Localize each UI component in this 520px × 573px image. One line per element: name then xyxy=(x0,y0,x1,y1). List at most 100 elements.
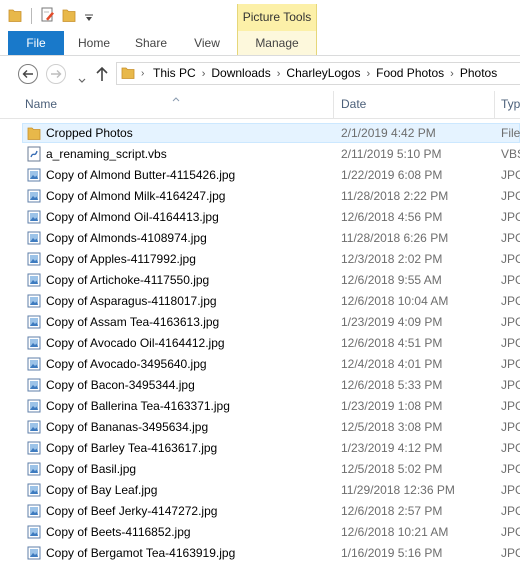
file-row[interactable]: Copy of Assam Tea-4163613.jpg 1/23/2019 4… xyxy=(0,312,520,333)
file-list: Cropped Photos 2/1/2019 4:42 PM File a_rena… xyxy=(0,123,520,573)
file-type: JPG xyxy=(501,168,520,182)
file-name: Copy of Ballerina Tea-4163371.jpg xyxy=(46,399,230,413)
file-type: JPG xyxy=(501,525,520,539)
image-icon xyxy=(27,482,41,498)
file-date: 12/6/2018 4:56 PM xyxy=(341,210,443,224)
file-row[interactable]: Copy of Bay Leaf.jpg 11/29/2018 12:36 PM J… xyxy=(0,480,520,501)
file-name: Copy of Almond Milk-4164247.jpg xyxy=(46,189,226,203)
file-name: Copy of Bergamot Tea-4163919.jpg xyxy=(46,546,236,560)
customize-dropdown-icon[interactable] xyxy=(84,11,94,25)
file-date: 12/6/2018 4:51 PM xyxy=(341,336,443,350)
file-name: Copy of Avocado Oil-4164412.jpg xyxy=(46,336,225,350)
column-divider[interactable] xyxy=(333,91,334,118)
file-row[interactable]: Copy of Almond Oil-4164413.jpg 12/6/2018 … xyxy=(0,207,520,228)
file-row[interactable]: Cropped Photos 2/1/2019 4:42 PM File xyxy=(0,123,520,144)
new-folder-icon[interactable] xyxy=(62,7,76,26)
file-type: JPG xyxy=(501,294,520,308)
file-type: JPG xyxy=(501,189,520,203)
file-name: Copy of Almond Butter-4115426.jpg xyxy=(46,168,236,182)
image-icon xyxy=(27,377,41,393)
file-row[interactable]: Copy of Apples-4117992.jpg 12/3/2018 2:02… xyxy=(0,249,520,270)
breadcrumb-item[interactable]: This PC xyxy=(153,66,196,80)
file-date: 1/22/2019 6:08 PM xyxy=(341,168,443,182)
tab-share[interactable]: Share xyxy=(128,31,174,55)
breadcrumb-item[interactable]: Photos xyxy=(460,66,497,80)
arrow-right-icon xyxy=(51,70,62,78)
image-icon xyxy=(27,398,41,414)
back-button[interactable] xyxy=(18,64,38,84)
file-name: Cropped Photos xyxy=(46,126,133,140)
column-name[interactable]: Name xyxy=(25,97,57,111)
image-icon xyxy=(27,503,41,519)
file-row[interactable]: Copy of Bananas-3495634.jpg 12/5/2018 3:0… xyxy=(0,417,520,438)
tab-manage[interactable]: Manage xyxy=(237,31,317,55)
file-row[interactable]: Copy of Almonds-4108974.jpg 11/28/2018 6:… xyxy=(0,228,520,249)
image-icon xyxy=(27,356,41,372)
file-row[interactable]: Copy of Beets-4116852.jpg 12/6/2018 10:21… xyxy=(0,522,520,543)
file-date: 12/4/2018 4:01 PM xyxy=(341,357,443,371)
image-icon xyxy=(27,545,41,561)
chevron-right-icon: › xyxy=(141,68,145,79)
address-bar[interactable]: › This PC › Downloads › CharleyLogos › Food Ph… xyxy=(116,62,520,85)
file-row[interactable]: a_renaming_script.vbs 2/11/2019 5:10 PM VB… xyxy=(0,144,520,165)
file-name: Copy of Bananas-3495634.jpg xyxy=(46,420,209,434)
file-type: JPG xyxy=(501,210,520,224)
file-date: 12/5/2018 5:02 PM xyxy=(341,462,443,476)
file-date: 11/28/2018 2:22 PM xyxy=(341,189,449,203)
tab-home[interactable]: Home xyxy=(72,31,116,55)
file-row[interactable]: Copy of Almond Butter-4115426.jpg 1/22/20… xyxy=(0,165,520,186)
file-date: 12/6/2018 9:55 AM xyxy=(341,273,442,287)
breadcrumb-item[interactable]: CharleyLogos xyxy=(286,66,360,80)
image-icon xyxy=(27,524,41,540)
column-type[interactable]: Typ xyxy=(501,97,520,111)
image-icon xyxy=(27,209,41,225)
column-divider[interactable] xyxy=(494,91,495,118)
file-date: 2/11/2019 5:10 PM xyxy=(341,147,442,161)
file-row[interactable]: Copy of Bergamot Tea-4163919.jpg 1/16/201… xyxy=(0,543,520,564)
breadcrumb-item[interactable]: Food Photos xyxy=(376,66,444,80)
file-type: JPG xyxy=(501,357,520,371)
breadcrumb-item[interactable]: Downloads xyxy=(211,66,270,80)
file-row[interactable]: Copy of Avocado-3495640.jpg 12/4/2018 4:0… xyxy=(0,354,520,375)
title-bar: Picture Tools xyxy=(0,0,520,31)
file-name: Copy of Barley Tea-4163617.jpg xyxy=(46,441,218,455)
file-row[interactable]: Copy of Barley Tea-4163617.jpg 1/23/2019 … xyxy=(0,438,520,459)
file-type: JPG xyxy=(501,336,520,350)
column-date[interactable]: Date xyxy=(341,97,366,111)
tab-file[interactable]: File xyxy=(8,31,64,55)
file-date: 1/23/2019 1:08 PM xyxy=(341,399,443,413)
chevron-right-icon: › xyxy=(276,68,281,80)
column-header: Name Date Typ xyxy=(0,91,520,119)
file-type: JPG xyxy=(501,420,520,434)
properties-icon[interactable] xyxy=(40,7,56,26)
image-icon xyxy=(27,293,41,309)
file-name: Copy of Bacon-3495344.jpg xyxy=(46,378,195,392)
file-name: Copy of Asparagus-4118017.jpg xyxy=(46,294,217,308)
file-row[interactable]: Copy of Ballerina Tea-4163371.jpg 1/23/20… xyxy=(0,396,520,417)
file-name: Copy of Beef Jerky-4147272.jpg xyxy=(46,504,218,518)
image-icon xyxy=(27,272,41,288)
file-row[interactable]: Copy of Basil.jpg 12/5/2018 5:02 PM JPG xyxy=(0,459,520,480)
file-name: Copy of Almonds-4108974.jpg xyxy=(46,231,207,245)
file-date: 12/3/2018 2:02 PM xyxy=(341,252,443,266)
chevron-right-icon: › xyxy=(201,68,206,80)
forward-button[interactable] xyxy=(46,64,66,84)
recent-locations-dropdown[interactable] xyxy=(78,72,86,86)
file-row[interactable]: Copy of Avocado Oil-4164412.jpg 12/6/2018… xyxy=(0,333,520,354)
file-row[interactable]: Copy of Almond Milk-4164247.jpg 11/28/201… xyxy=(0,186,520,207)
file-date: 12/6/2018 2:57 PM xyxy=(341,504,443,518)
folder-icon[interactable] xyxy=(8,7,22,26)
file-row[interactable]: Copy of Beef Jerky-4147272.jpg 12/6/2018 … xyxy=(0,501,520,522)
file-type: JPG xyxy=(501,231,520,245)
file-date: 1/16/2019 5:16 PM xyxy=(341,546,443,560)
file-type: JPG xyxy=(501,378,520,392)
up-button[interactable] xyxy=(95,66,109,82)
file-row[interactable]: Copy of Bacon-3495344.jpg 12/6/2018 5:33 … xyxy=(0,375,520,396)
folder-icon xyxy=(121,66,135,83)
image-icon xyxy=(27,230,41,246)
file-row[interactable]: Copy of Artichoke-4117550.jpg 12/6/2018 9… xyxy=(0,270,520,291)
image-icon xyxy=(27,440,41,456)
image-icon xyxy=(27,188,41,204)
tab-view[interactable]: View xyxy=(186,31,228,55)
file-row[interactable]: Copy of Asparagus-4118017.jpg 12/6/2018 1… xyxy=(0,291,520,312)
